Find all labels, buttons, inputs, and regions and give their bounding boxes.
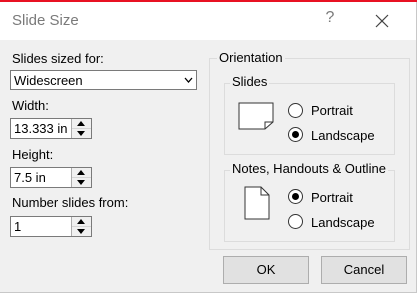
- height-decrease-button[interactable]: [72, 178, 91, 187]
- number-increase-button[interactable]: [72, 217, 91, 227]
- height-label: Height:: [12, 147, 54, 162]
- slides-group-label: Slides: [230, 74, 270, 89]
- width-decrease-button[interactable]: [72, 129, 91, 138]
- arrow-down-icon: [77, 180, 85, 185]
- width-stepper[interactable]: [71, 119, 91, 138]
- width-field[interactable]: 13.333 in: [10, 118, 92, 139]
- help-button[interactable]: ?: [320, 9, 340, 27]
- height-stepper[interactable]: [71, 168, 91, 187]
- number-slides-from-field[interactable]: 1: [10, 216, 92, 237]
- arrow-up-icon: [77, 219, 85, 224]
- slide-size-dialog: Slide Size ? Slides sized for: Widescree…: [0, 2, 417, 293]
- arrow-down-icon: [77, 131, 85, 136]
- slides-landscape-label[interactable]: Landscape: [311, 128, 375, 143]
- height-value: 7.5 in: [14, 170, 46, 185]
- title-bar: Slide Size ?: [0, 2, 416, 40]
- number-slides-from-value: 1: [14, 219, 22, 234]
- dialog-title: Slide Size: [12, 12, 79, 29]
- slides-portrait-radio[interactable]: [288, 103, 303, 118]
- notes-portrait-label[interactable]: Portrait: [311, 190, 353, 205]
- number-slides-from-stepper[interactable]: [71, 217, 91, 236]
- notes-portrait-radio[interactable]: [288, 189, 303, 204]
- cancel-button[interactable]: Cancel: [321, 256, 407, 284]
- slides-sized-for-select[interactable]: Widescreen: [10, 70, 197, 90]
- notes-landscape-radio[interactable]: [288, 214, 303, 229]
- width-value: 13.333 in: [14, 121, 68, 136]
- height-increase-button[interactable]: [72, 168, 91, 178]
- arrow-up-icon: [77, 121, 85, 126]
- portrait-page-icon: [244, 186, 270, 220]
- slides-portrait-label[interactable]: Portrait: [311, 103, 353, 118]
- orientation-label: Orientation: [217, 50, 285, 65]
- number-decrease-button[interactable]: [72, 227, 91, 236]
- ok-button[interactable]: OK: [223, 256, 309, 284]
- arrow-up-icon: [77, 170, 85, 175]
- notes-group-label: Notes, Handouts & Outline: [230, 161, 388, 176]
- slides-sized-for-value: Widescreen: [14, 73, 83, 88]
- height-field[interactable]: 7.5 in: [10, 167, 92, 188]
- landscape-slide-icon: [238, 102, 274, 130]
- slides-sized-for-label: Slides sized for:: [12, 51, 104, 66]
- slides-landscape-radio[interactable]: [288, 127, 303, 142]
- chevron-down-icon: [184, 77, 193, 83]
- arrow-down-icon: [77, 229, 85, 234]
- width-increase-button[interactable]: [72, 119, 91, 129]
- close-icon[interactable]: [374, 13, 390, 29]
- number-slides-from-label: Number slides from:: [12, 195, 129, 210]
- width-label: Width:: [12, 98, 49, 113]
- notes-landscape-label[interactable]: Landscape: [311, 215, 375, 230]
